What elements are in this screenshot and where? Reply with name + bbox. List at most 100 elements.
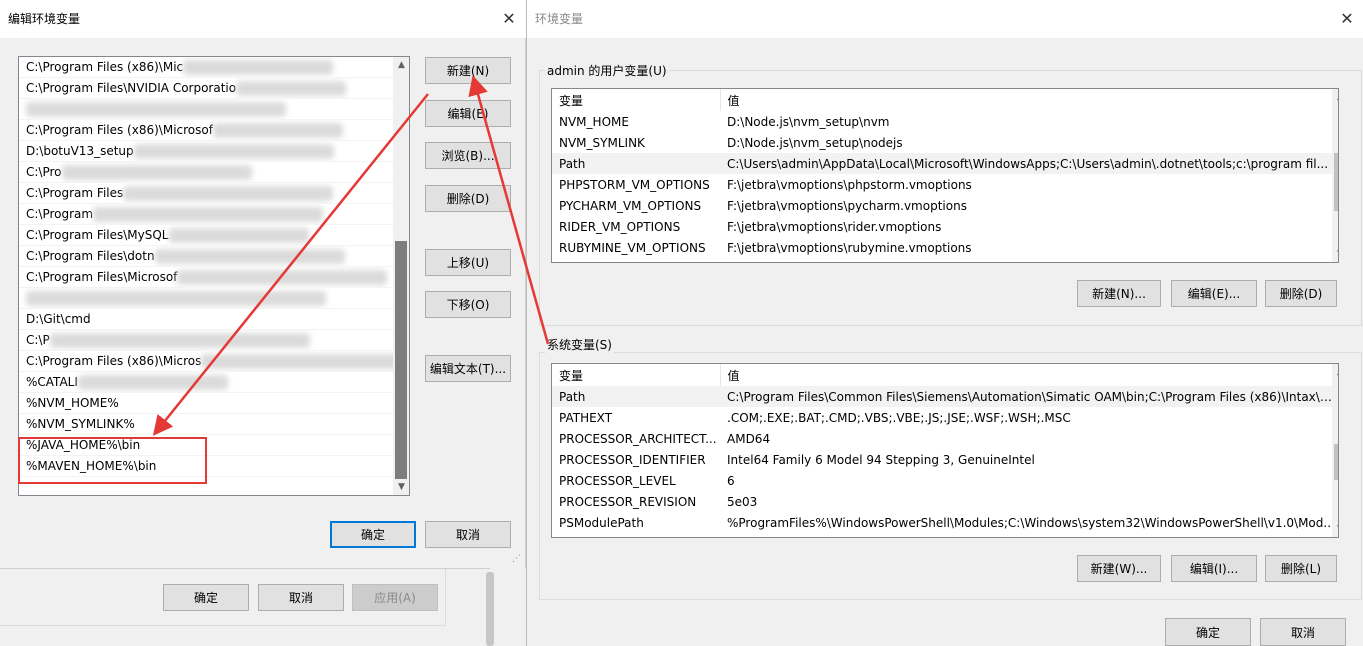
close-icon[interactable]: ✕ — [494, 0, 524, 38]
env-ok-button[interactable]: 确定 — [1165, 618, 1251, 646]
sys-scroll-down-icon[interactable]: ▼ — [1332, 521, 1338, 537]
table-row[interactable]: RUBYMINE_VM_OPTIONS F:\jetbra\vmoptions\r… — [552, 237, 1336, 258]
bg-cancel-button[interactable]: 取消 — [258, 584, 344, 611]
table-row[interactable]: Path C:\Program Files\Common Files\Siemen… — [552, 386, 1336, 407]
ok-button[interactable]: 确定 — [330, 521, 416, 548]
variable-name: PROCESSOR_REVISION — [559, 494, 697, 509]
table-row[interactable]: PROCESSOR_ARCHITECT... AMD64 — [552, 428, 1336, 449]
path-entry[interactable]: %NVM_HOME% — [19, 393, 393, 414]
column-header-row: 变量值 — [552, 89, 1336, 111]
path-list[interactable]: C:\Program Files (x86)\Mic C:\Program Fil… — [18, 56, 410, 496]
bg-ok-button[interactable]: 确定 — [163, 584, 249, 611]
table-row[interactable]: NVM_SYMLINK D:\Node.js\nvm_setup\nodejs — [552, 132, 1336, 153]
path-entry[interactable]: C:\P — [19, 330, 393, 351]
user-vars-table[interactable]: 变量值 NVM_HOME D:\Node.js\nvm_setup\nvm NVM_S… — [551, 88, 1339, 263]
scroll-up-icon[interactable]: ▲ — [393, 57, 409, 73]
table-row[interactable]: PATHEXT .COM;.EXE;.BAT;.CMD;.VBS;.VBE;.JS… — [552, 407, 1336, 428]
background-scrollbar[interactable] — [486, 572, 494, 646]
path-entry[interactable]: %CATALI — [19, 372, 393, 393]
edit-button[interactable]: 编辑(E) — [425, 100, 511, 127]
variable-name: PYCHARM_VM_OPTIONS — [559, 198, 702, 213]
move-down-button[interactable]: 下移(O) — [425, 291, 511, 318]
path-entry-text: C:\Pro — [26, 165, 62, 179]
user-vars-scrollbar[interactable]: ▲ ▼ — [1332, 89, 1338, 262]
table-row[interactable]: PSModulePath %ProgramFiles%\WindowsPowerS… — [552, 512, 1336, 533]
user-scroll-down-icon[interactable]: ▼ — [1332, 246, 1338, 262]
bg-apply-button[interactable]: 应用(A) — [352, 584, 438, 611]
path-entry[interactable]: C:\Program Files (x86)\Microsof — [19, 120, 393, 141]
redacted-blur — [154, 249, 345, 264]
env-cancel-button[interactable]: 取消 — [1260, 618, 1346, 646]
edit-text-button[interactable]: 编辑文本(T)... — [425, 355, 511, 382]
column-header-variable[interactable]: 变量 — [552, 89, 721, 111]
redacted-blur — [49, 333, 310, 348]
path-entry-text: C:\Program Files — [26, 186, 124, 200]
user-scroll-up-icon[interactable]: ▲ — [1332, 89, 1338, 105]
path-entry-text: %NVM_HOME% — [26, 396, 119, 410]
table-row[interactable]: PROCESSOR_LEVEL 6 — [552, 470, 1336, 491]
system-edit-button[interactable]: 编辑(I)... — [1171, 555, 1257, 582]
background-window: 确定 取消 应用(A) — [0, 568, 490, 646]
user-scroll-thumb[interactable] — [1334, 153, 1338, 211]
table-row[interactable]: NVM_HOME D:\Node.js\nvm_setup\nvm — [552, 111, 1336, 132]
move-up-button[interactable]: 上移(U) — [425, 249, 511, 276]
variable-value: D:\Node.js\nvm_setup\nvm — [727, 114, 890, 129]
table-row[interactable]: Path C:\Users\admin\AppData\Local\Microso… — [552, 153, 1336, 174]
path-entry[interactable]: C:\Program Files (x86)\Mic — [19, 57, 393, 78]
path-entry[interactable]: C:\Program Files\NVIDIA Corporatio — [19, 78, 393, 99]
redacted-blur — [236, 81, 347, 96]
browse-button[interactable]: 浏览(B)... — [425, 142, 511, 169]
path-list-scrollbar[interactable]: ▲ ▼ — [393, 57, 409, 495]
user-delete-button[interactable]: 删除(D) — [1265, 280, 1337, 307]
redacted-blur — [26, 291, 326, 306]
variable-value: .COM;.EXE;.BAT;.CMD;.VBS;.VBE;.JS;.JSE;.… — [727, 410, 1071, 425]
variable-name: PSModulePath — [559, 515, 644, 530]
variable-name: PHPSTORM_VM_OPTIONS — [559, 177, 710, 192]
variable-name: RUBYMINE_VM_OPTIONS — [559, 240, 706, 255]
table-row[interactable]: PYCHARM_VM_OPTIONS F:\jetbra\vmoptions\py… — [552, 195, 1336, 216]
path-entry[interactable]: %NVM_SYMLINK% — [19, 414, 393, 435]
table-row[interactable]: PROCESSOR_REVISION 5e03 — [552, 491, 1336, 512]
system-delete-button[interactable]: 删除(L) — [1265, 555, 1337, 582]
redacted-blur — [183, 60, 334, 75]
variable-value: 6 — [727, 473, 735, 488]
cancel-button[interactable]: 取消 — [425, 521, 511, 548]
path-entry[interactable]: D:\botuV13_setup — [19, 141, 393, 162]
column-header-value[interactable]: 值 — [720, 364, 1336, 386]
variable-value: F:\jetbra\vmoptions\phpstorm.vmoptions — [727, 177, 972, 192]
system-vars-scrollbar[interactable]: ▲ ▼ — [1332, 364, 1338, 537]
new-button[interactable]: 新建(N) — [425, 57, 511, 84]
path-entry[interactable]: C:\Program Files\MySQL — [19, 225, 393, 246]
table-row[interactable]: PHPSTORM_VM_OPTIONS F:\jetbra\vmoptions\p… — [552, 174, 1336, 195]
env-title-bar[interactable]: 环境变量 ✕ — [527, 0, 1363, 38]
scroll-thumb[interactable] — [395, 241, 407, 479]
path-entry-text: C:\Program Files (x86)\Micros — [26, 354, 202, 368]
path-entry[interactable] — [19, 288, 393, 309]
scroll-down-icon[interactable]: ▼ — [393, 479, 409, 495]
sys-scroll-thumb[interactable] — [1334, 444, 1338, 480]
sys-scroll-up-icon[interactable]: ▲ — [1332, 364, 1338, 380]
path-entry[interactable]: C:\Program Files (x86)\Micros — [19, 351, 393, 372]
delete-button[interactable]: 删除(D) — [425, 185, 511, 212]
env-close-icon[interactable]: ✕ — [1332, 0, 1362, 38]
table-row[interactable]: PROCESSOR_IDENTIFIER Intel64 Family 6 Mod… — [552, 449, 1336, 470]
column-header-variable[interactable]: 变量 — [552, 364, 721, 386]
path-entry[interactable]: C:\Program Files\Microsof — [19, 267, 393, 288]
user-new-button[interactable]: 新建(N)... — [1077, 280, 1161, 307]
resize-grip-icon[interactable]: ⋰ — [512, 554, 522, 564]
path-entry[interactable] — [19, 99, 393, 120]
system-new-button[interactable]: 新建(W)... — [1077, 555, 1161, 582]
path-entry[interactable]: C:\Program Files\dotn — [19, 246, 393, 267]
path-entry[interactable]: C:\Pro — [19, 162, 393, 183]
path-entry[interactable]: D:\Git\cmd — [19, 309, 393, 330]
column-header-value[interactable]: 值 — [720, 89, 1336, 111]
redacted-blur — [133, 144, 334, 159]
user-edit-button[interactable]: 编辑(E)... — [1171, 280, 1257, 307]
path-entry[interactable]: C:\Program — [19, 204, 393, 225]
path-entry[interactable]: C:\Program Files — [19, 183, 393, 204]
table-row[interactable]: RIDER_VM_OPTIONS F:\jetbra\vmoptions\ride… — [552, 216, 1336, 237]
title-bar[interactable]: 编辑环境变量 ✕ — [0, 0, 526, 38]
redacted-blur — [168, 228, 309, 243]
path-entry-text: C:\Program Files\dotn — [26, 249, 155, 263]
system-vars-table[interactable]: 变量值 Path C:\Program Files\Common Files\Sie… — [551, 363, 1339, 538]
